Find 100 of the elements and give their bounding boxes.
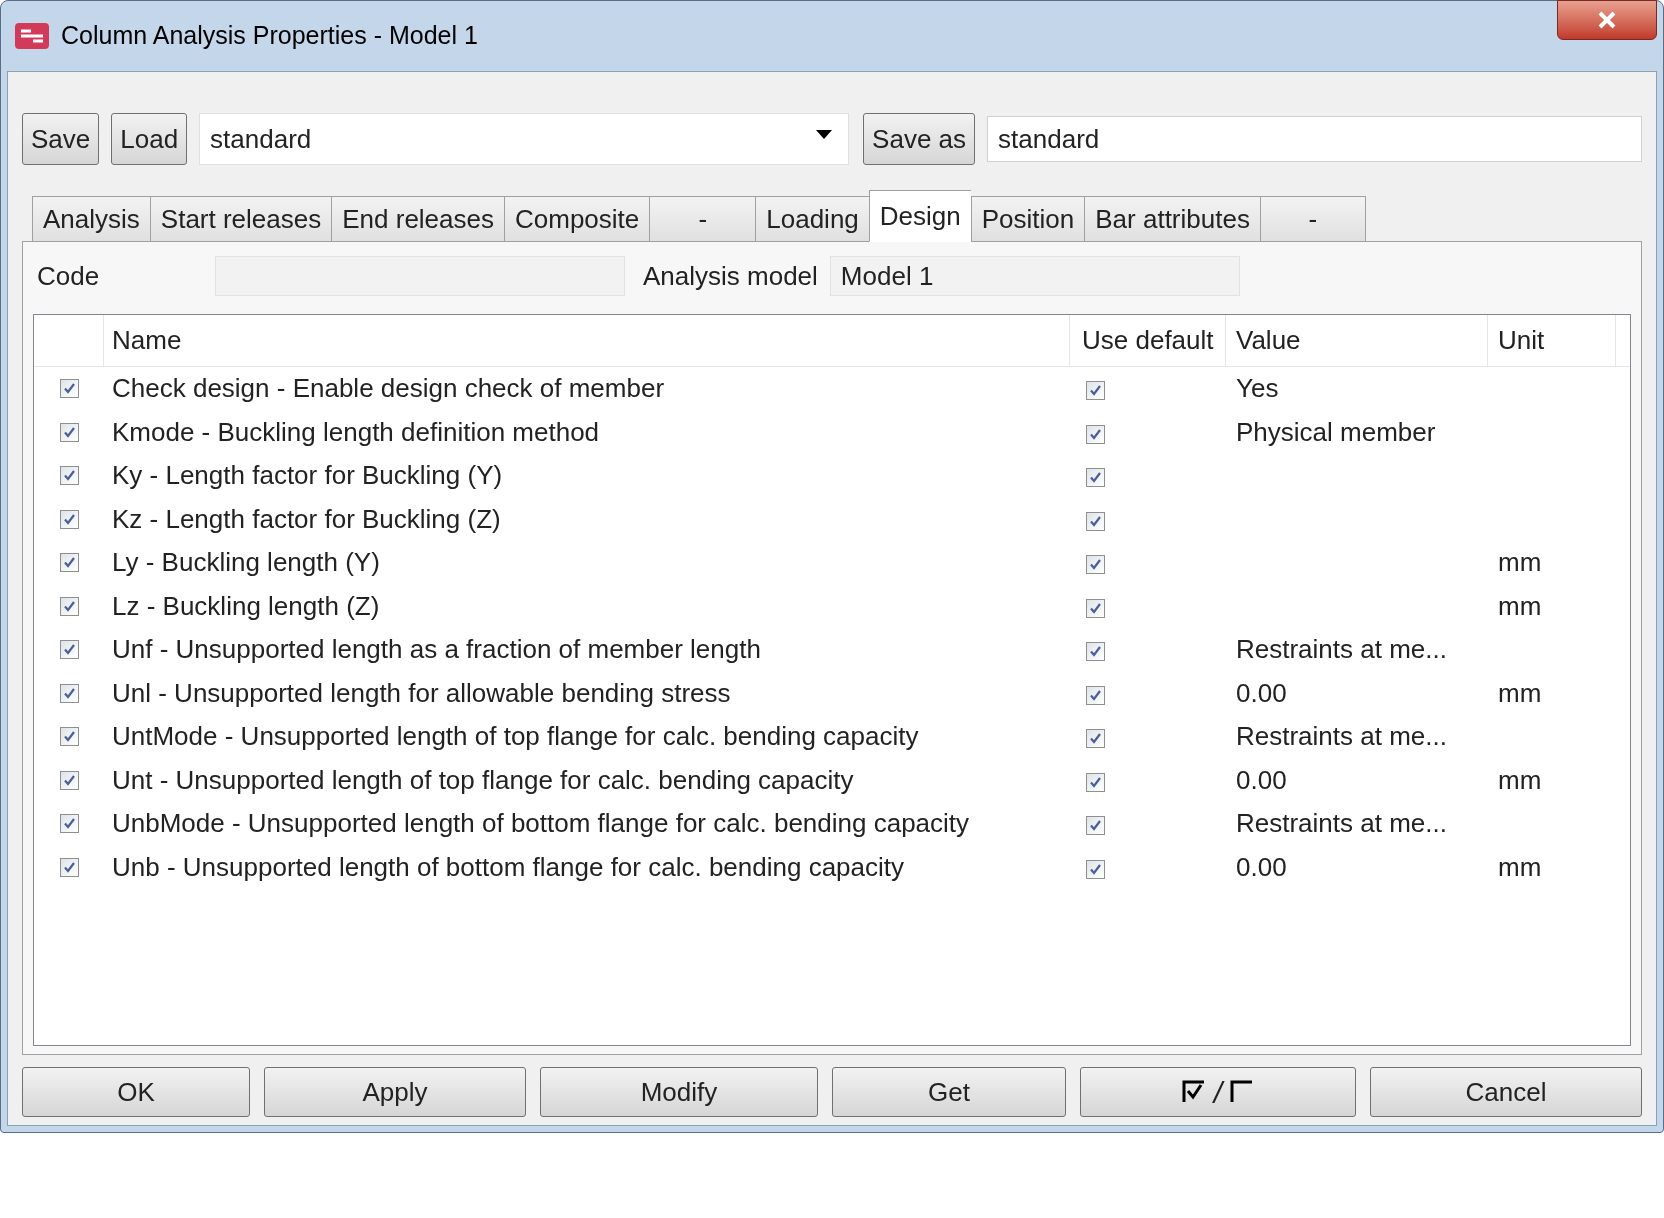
modify-button[interactable]: Modify — [540, 1067, 818, 1117]
tab[interactable]: Analysis — [32, 196, 150, 242]
empty-box-icon — [1230, 1080, 1255, 1104]
property-name: UntMode - Unsupported length of top flange for calc. bending capacity — [111, 720, 920, 754]
property-unit: mm — [1498, 764, 1542, 795]
property-name: Ky - Length factor for Buckling (Y) — [111, 459, 504, 493]
checkmark-icon — [1089, 645, 1102, 659]
toggle-all-button[interactable]: / — [1080, 1067, 1356, 1117]
checkmark-icon — [62, 425, 76, 439]
analysis-model-label: Analysis model — [643, 259, 818, 293]
property-unit: mm — [1498, 677, 1542, 708]
tab[interactable]: Bar attributes — [1084, 196, 1260, 242]
save-button[interactable]: Save — [22, 113, 100, 165]
load-button[interactable]: Load — [111, 113, 188, 165]
checkmark-icon — [1089, 688, 1102, 702]
column-header[interactable]: Name — [104, 315, 1070, 366]
checkbox[interactable] — [59, 422, 79, 442]
checkmark-icon — [62, 643, 76, 657]
property-value: Yes — [1236, 373, 1279, 404]
property-name: Unb - Unsupported length of bottom flange for calc. bending capacity — [111, 850, 906, 884]
column-header[interactable]: Value — [1226, 315, 1488, 366]
checkmark-icon — [62, 512, 76, 526]
tab[interactable]: End releases — [331, 196, 504, 242]
ok-button[interactable]: OK — [22, 1067, 250, 1117]
checkbox[interactable] — [59, 814, 79, 834]
property-value: Restraints at me... — [1236, 721, 1447, 752]
tab[interactable]: - — [649, 196, 756, 242]
window-title: Column Analysis Properties - Model 1 — [61, 20, 478, 52]
property-unit: mm — [1498, 547, 1542, 578]
checkbox[interactable] — [59, 727, 79, 747]
tab[interactable]: Design — [868, 190, 971, 242]
checkmark-icon — [62, 382, 76, 396]
property-name: UnbMode - Unsupported length of bottom flange for calc. bending capacity — [111, 807, 971, 841]
checkbox[interactable] — [59, 379, 79, 399]
checkmark-icon — [62, 730, 76, 744]
property-value: Restraints at me... — [1236, 634, 1447, 665]
checkbox[interactable] — [1086, 555, 1105, 575]
checked-box-icon — [1181, 1080, 1206, 1104]
checkbox[interactable] — [59, 553, 79, 573]
checkmark-icon — [1089, 732, 1102, 746]
analysis-model-field[interactable]: Model 1 — [829, 256, 1240, 296]
checkbox[interactable] — [1086, 598, 1105, 618]
checkmark-icon — [62, 860, 76, 874]
checkbox[interactable] — [1086, 468, 1105, 488]
checkmark-icon — [62, 773, 76, 787]
property-name: Unl - Unsupported length for allowable bending stress — [111, 676, 732, 710]
checkbox[interactable] — [59, 640, 79, 660]
checkbox[interactable] — [1086, 772, 1105, 792]
checkmark-icon — [1089, 601, 1102, 615]
checkmark-icon — [62, 817, 76, 831]
apply-button[interactable]: Apply — [264, 1067, 526, 1117]
property-name: Unt - Unsupported length of top flange for calc. bending capacity — [111, 763, 855, 797]
checkbox[interactable] — [1086, 381, 1105, 401]
checkbox[interactable] — [59, 596, 79, 616]
property-value: Restraints at me... — [1236, 808, 1447, 839]
close-button[interactable] — [1557, 0, 1657, 40]
tab[interactable]: - — [1259, 196, 1366, 242]
checkbox[interactable] — [59, 683, 79, 703]
dropdown-caret-icon — [816, 130, 833, 140]
checkbox[interactable] — [59, 509, 79, 529]
cancel-button[interactable]: Cancel — [1370, 1067, 1642, 1117]
property-name: Unf - Unsupported length as a fraction of member length — [111, 633, 762, 667]
checkmark-icon — [1089, 775, 1102, 789]
checkbox[interactable] — [1086, 729, 1105, 749]
get-button[interactable]: Get — [832, 1067, 1066, 1117]
checkbox[interactable] — [1086, 642, 1105, 662]
column-header[interactable]: Unit — [1488, 315, 1616, 366]
checkmark-icon — [62, 599, 76, 613]
checkbox[interactable] — [1086, 511, 1105, 531]
checkmark-icon — [1089, 384, 1102, 398]
property-value: 0.00 — [1236, 764, 1287, 795]
column-header[interactable]: Use default — [1070, 315, 1226, 366]
app-logo-icon — [15, 23, 49, 49]
checkmark-icon — [1089, 514, 1102, 528]
close-icon — [1597, 11, 1617, 29]
checkbox[interactable] — [1086, 424, 1105, 444]
checkbox[interactable] — [59, 466, 79, 486]
save-as-button[interactable]: Save as — [863, 113, 976, 165]
checkmark-icon — [1089, 819, 1102, 833]
tab[interactable]: Position — [970, 196, 1085, 242]
checkmark-icon — [1089, 558, 1102, 572]
checkbox[interactable] — [59, 857, 79, 877]
tab[interactable]: Composite — [504, 196, 650, 242]
property-value: Physical member — [1236, 416, 1436, 447]
save-as-name-field[interactable]: standard — [987, 116, 1642, 162]
checkmark-icon — [1089, 862, 1102, 876]
property-name: Ly - Buckling length (Y) — [111, 546, 381, 580]
property-name: Check design - Enable design check of member — [111, 372, 666, 406]
property-value: 0.00 — [1236, 677, 1287, 708]
tab[interactable]: Loading — [755, 196, 869, 242]
checkbox[interactable] — [1086, 859, 1105, 879]
code-label: Code — [36, 259, 101, 293]
checkbox[interactable] — [1086, 685, 1105, 705]
checkbox[interactable] — [59, 770, 79, 790]
tab[interactable]: Start releases — [149, 196, 332, 242]
property-name: Lz - Buckling length (Z) — [111, 589, 381, 623]
checkmark-icon — [62, 556, 76, 570]
preset-dropdown[interactable]: standard — [199, 113, 850, 165]
checkmark-icon — [62, 686, 76, 700]
checkbox[interactable] — [1086, 816, 1105, 836]
